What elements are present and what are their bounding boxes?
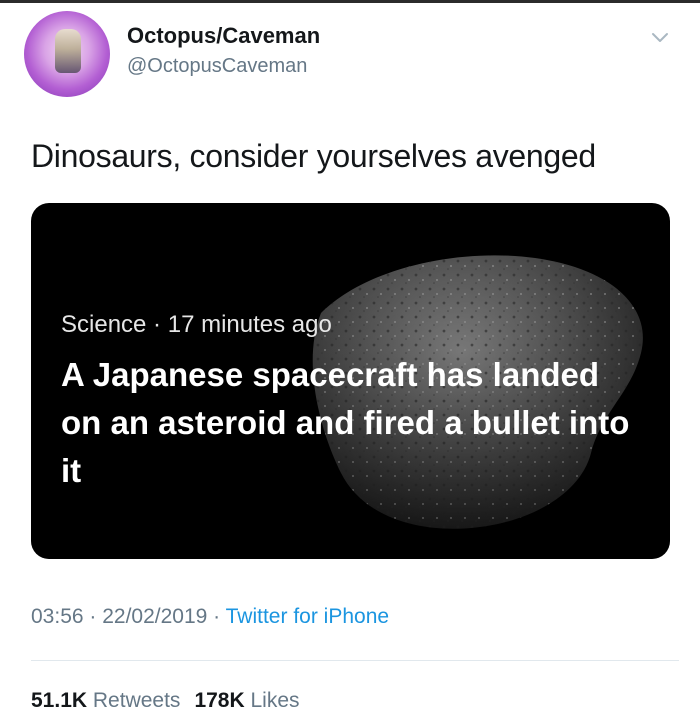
card-category: Science — [61, 311, 147, 338]
divider — [31, 660, 679, 661]
tweet-date[interactable]: 22/02/2019 — [102, 605, 207, 628]
likes-count: 178K — [194, 689, 245, 712]
card-meta-separator: · — [146, 311, 168, 338]
retweets-label: Retweets — [92, 689, 181, 712]
timestamp-separator-1: · — [83, 605, 103, 628]
user-handle[interactable]: @OctopusCaveman — [127, 55, 307, 78]
card-headline[interactable]: A Japanese spacecraft has landed on an a… — [61, 351, 641, 495]
display-name[interactable]: Octopus/Caveman — [127, 23, 320, 49]
tweet: Octopus/Caveman @OctopusCaveman Dinosaur… — [0, 0, 700, 717]
news-card[interactable]: Science · 17 minutes ago A Japanese spac… — [31, 203, 670, 559]
likes-label: Likes — [250, 689, 300, 712]
retweets-count: 51.1K — [31, 689, 88, 712]
tweet-source-link[interactable]: Twitter for iPhone — [226, 605, 389, 628]
chevron-down-icon[interactable] — [650, 27, 670, 47]
timestamp-separator-2: · — [207, 605, 226, 628]
tweet-text: Dinosaurs, consider yourselves avenged — [31, 138, 596, 174]
likes-stat[interactable]: 178K Likes — [194, 689, 299, 712]
tweet-time[interactable]: 03:56 — [31, 605, 84, 628]
tweet-timestamp: 03:56 · 22/02/2019 · Twitter for iPhone — [31, 605, 389, 629]
card-time-ago: 17 minutes ago — [167, 311, 332, 338]
card-meta: Science · 17 minutes ago — [61, 311, 332, 339]
tweet-stats: 51.1K Retweets 178K Likes — [31, 689, 300, 713]
avatar[interactable] — [24, 11, 110, 97]
retweets-stat[interactable]: 51.1K Retweets — [31, 689, 180, 712]
avatar-figure — [55, 29, 81, 73]
